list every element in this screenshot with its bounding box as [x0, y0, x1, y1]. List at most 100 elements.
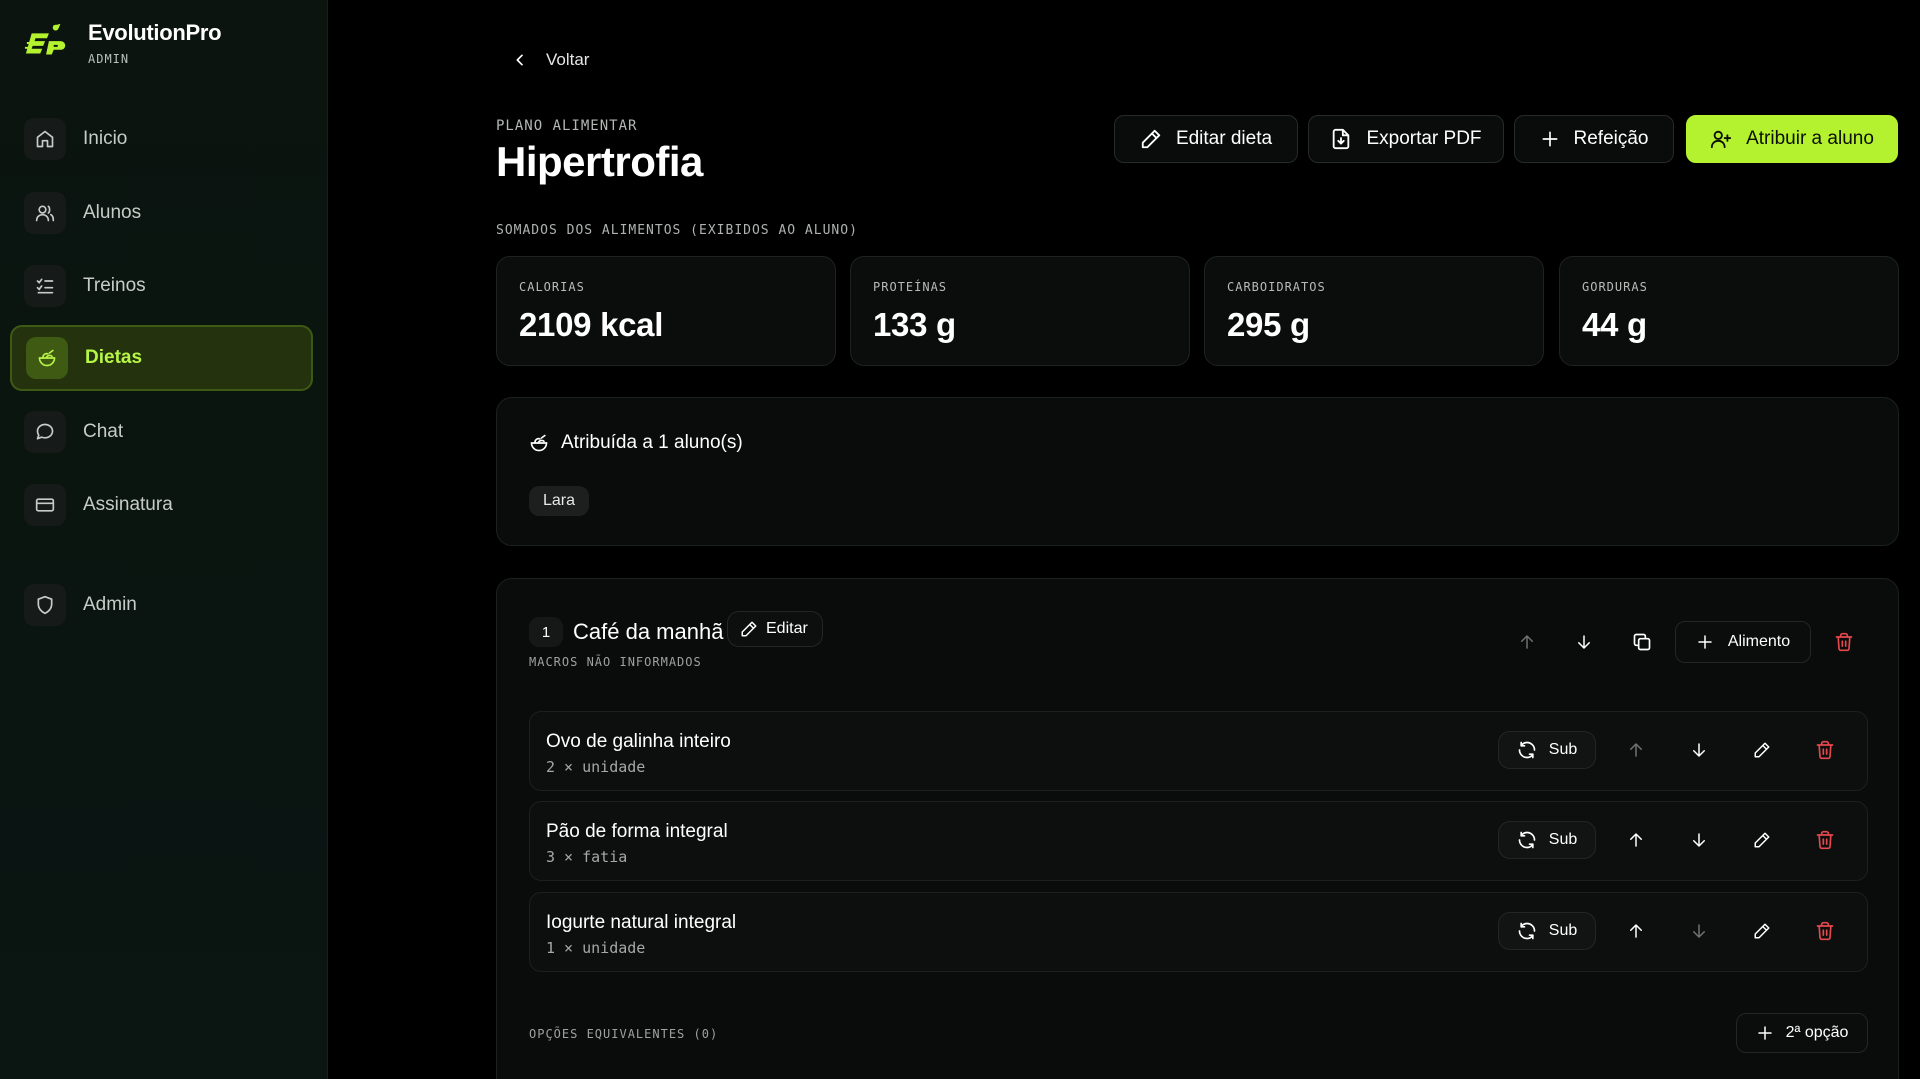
pencil-icon [740, 620, 758, 638]
add-meal-button[interactable]: Refeição [1514, 115, 1674, 163]
meal-card: 1 Café da manhã Editar MACROS NÃO INFORM… [496, 578, 1899, 1079]
student-chip[interactable]: Lara [529, 486, 590, 516]
arrow-down-icon [1693, 833, 1705, 847]
users-icon [24, 192, 66, 234]
assignment-card: Atribuída a 1 aluno(s) Lara [496, 397, 1899, 546]
stat-label: GORDURAS [1582, 280, 1648, 294]
stat-value: 2109 kcal [519, 306, 664, 343]
copy-icon [1633, 633, 1651, 651]
move-food-down-button[interactable] [1683, 915, 1715, 947]
chevron-left-icon [516, 54, 523, 66]
arrow-down-icon [1693, 924, 1705, 938]
move-meal-down-button[interactable] [1568, 626, 1600, 658]
add-meal-label: Refeição [1573, 128, 1649, 149]
edit-food-button[interactable] [1746, 915, 1778, 947]
stat-value: 133 g [873, 306, 956, 343]
food-quantity: 2 × unidade [546, 758, 646, 776]
sidebar-item-dietas[interactable]: Dietas [10, 325, 313, 391]
substitute-button[interactable]: Sub [1498, 912, 1596, 950]
sidebar-item-chat[interactable]: Chat [10, 399, 313, 465]
edit-meal-label: Editar [766, 620, 808, 637]
trash-icon [1816, 830, 1834, 850]
sidebar-item-label: Assinatura [83, 494, 173, 515]
meal-macros-note: MACROS NÃO INFORMADOS [529, 655, 702, 669]
food-row: Pão de forma integral 3 × fatia Sub [529, 801, 1868, 881]
export-pdf-label: Exportar PDF [1366, 128, 1482, 149]
delete-meal-button[interactable] [1828, 626, 1860, 658]
move-food-up-button[interactable] [1620, 915, 1652, 947]
meal-number-badge: 1 [529, 617, 563, 647]
substitute-button[interactable]: Sub [1498, 821, 1596, 859]
pencil-icon [1754, 923, 1770, 939]
edit-meal-button[interactable]: Editar [727, 611, 823, 647]
stat-label: PROTEÍNAS [873, 280, 948, 294]
substitute-label: Sub [1548, 831, 1578, 848]
brand-name: EvolutionPro [88, 20, 222, 45]
brand-logo-icon [24, 23, 66, 55]
protein-card: PROTEÍNAS 133 g [850, 256, 1190, 366]
brand[interactable]: EvolutionPro ADMIN [24, 20, 222, 66]
sidebar-item-treinos[interactable]: Treinos [10, 253, 313, 319]
second-option-label: 2ª opção [1785, 1024, 1849, 1041]
food-row: Iogurte natural integral 1 × unidade Sub [529, 892, 1868, 972]
substitute-label: Sub [1548, 741, 1578, 758]
sidebar-item-label: Dietas [85, 347, 143, 368]
home-icon [24, 118, 66, 160]
arrow-up-icon [1521, 635, 1533, 649]
arrow-down-icon [1693, 743, 1705, 757]
plus-icon [1696, 633, 1714, 651]
arrow-up-icon [1630, 924, 1642, 938]
sidebar-item-assinatura[interactable]: Assinatura [10, 472, 313, 538]
equivalent-options-label: OPÇÕES EQUIVALENTES (0) [529, 1027, 719, 1041]
refresh-icon [1517, 921, 1537, 941]
add-second-option-button[interactable]: 2ª opção [1736, 1013, 1868, 1053]
delete-food-button[interactable] [1809, 824, 1841, 856]
food-row: Ovo de galinha inteiro 2 × unidade Sub [529, 711, 1868, 791]
plus-icon [1756, 1024, 1774, 1042]
delete-food-button[interactable] [1809, 915, 1841, 947]
move-food-up-button[interactable] [1620, 734, 1652, 766]
move-food-down-button[interactable] [1683, 734, 1715, 766]
trash-icon [1816, 740, 1834, 760]
sidebar-item-alunos[interactable]: Alunos [10, 180, 313, 246]
sidebar: EvolutionPro ADMIN Inicio Alunos Treinos… [0, 0, 328, 1079]
sidebar-item-inicio[interactable]: Inicio [10, 106, 313, 172]
move-food-down-button[interactable] [1683, 824, 1715, 856]
edit-food-button[interactable] [1746, 734, 1778, 766]
move-food-up-button[interactable] [1620, 824, 1652, 856]
plus-icon [1540, 129, 1560, 149]
export-pdf-button[interactable]: Exportar PDF [1308, 115, 1504, 163]
credit-card-icon [24, 484, 66, 526]
sidebar-item-label: Admin [83, 594, 137, 615]
edit-food-button[interactable] [1746, 824, 1778, 856]
carbs-card: CARBOIDRATOS 295 g [1204, 256, 1544, 366]
stat-label: CARBOIDRATOS [1227, 280, 1326, 294]
food-quantity: 1 × unidade [546, 939, 646, 957]
duplicate-meal-button[interactable] [1626, 626, 1658, 658]
assignment-title: Atribuída a 1 aluno(s) [529, 432, 743, 454]
add-food-button[interactable]: Alimento [1675, 621, 1811, 663]
stat-label: CALORIAS [519, 280, 585, 294]
food-name: Pão de forma integral [546, 821, 728, 842]
assign-student-button[interactable]: Atribuir a aluno [1686, 115, 1898, 163]
salad-icon [529, 433, 549, 453]
sidebar-item-admin[interactable]: Admin [10, 572, 313, 638]
refresh-icon [1517, 740, 1537, 760]
calories-card: CALORIAS 2109 kcal [496, 256, 836, 366]
macros-section-label: SOMADOS DOS ALIMENTOS (EXIBIDOS AO ALUNO… [496, 223, 858, 238]
fat-card: GORDURAS 44 g [1559, 256, 1899, 366]
assign-student-label: Atribuir a aluno [1746, 128, 1874, 149]
back-link[interactable]: Voltar [512, 50, 589, 70]
substitute-button[interactable]: Sub [1498, 731, 1596, 769]
move-meal-up-button[interactable] [1511, 626, 1543, 658]
food-name: Ovo de galinha inteiro [546, 731, 731, 752]
salad-icon [26, 337, 68, 379]
delete-food-button[interactable] [1809, 734, 1841, 766]
user-plus-icon [1710, 128, 1732, 150]
edit-diet-button[interactable]: Editar dieta [1114, 115, 1298, 163]
pencil-icon [1140, 128, 1162, 150]
substitute-label: Sub [1548, 922, 1578, 939]
chat-icon [24, 411, 66, 453]
page-eyebrow: PLANO ALIMENTAR [496, 118, 638, 134]
trash-icon [1835, 632, 1853, 652]
